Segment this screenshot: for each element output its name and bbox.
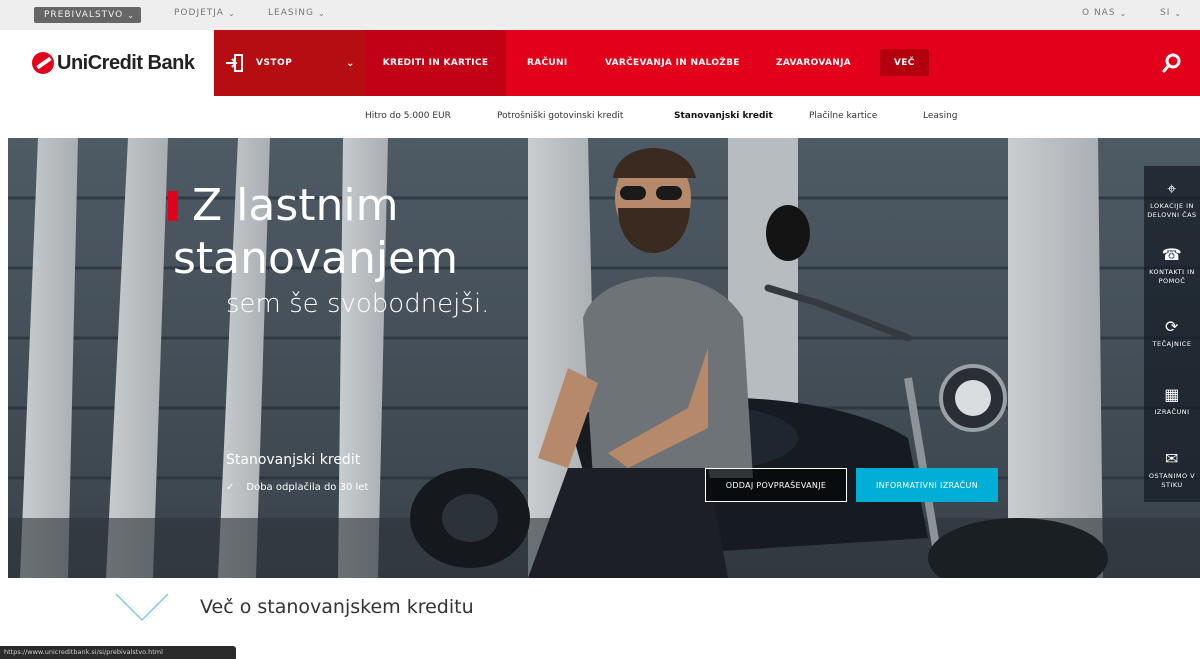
sidebar-newsletter-label-2: STIKU	[1161, 481, 1183, 489]
chevron-down-icon: ⌄	[227, 8, 236, 18]
about-dropdown[interactable]: O NAS ⌄	[1082, 8, 1127, 18]
sidebar-calculators-label: IZRAČUNI	[1154, 408, 1190, 416]
sidebar-locations-label-2: DELOVNI ČAS	[1147, 211, 1197, 219]
subnav-item-housing-loan[interactable]: Stanovanjski kredit	[674, 111, 773, 121]
segment-leasing-label: LEASING	[268, 8, 314, 18]
subnav-item-leasing[interactable]: Leasing	[923, 111, 958, 121]
unicredit-logo-icon	[32, 52, 54, 74]
segment-companies-dropdown[interactable]: PODJETJA ⌄	[174, 8, 236, 18]
brand-logo-text: UniCredit Bank	[57, 51, 195, 74]
browser-status-bar: https://www.unicreditbank.si/si/prebival…	[0, 646, 236, 659]
segment-private-label: PREBIVALSTVO	[44, 10, 124, 20]
search-button[interactable]	[1144, 30, 1200, 96]
contact-icon: ☎	[1161, 245, 1183, 264]
quick-access-sidebar: ⌖ LOKACIJE IN DELOVNI ČAS ☎ KONTAKTI IN …	[1144, 166, 1200, 502]
headline-line-3: sem še svobodnejši.	[226, 289, 490, 319]
hero-headline: Z lastnim stanovanjem sem še svobodnejši…	[168, 180, 489, 322]
mail-icon: ✉	[1165, 449, 1179, 468]
headline-accent-bar	[168, 191, 178, 221]
segment-leasing-dropdown[interactable]: LEASING ⌄	[268, 8, 326, 18]
chevron-down-icon: ⌄	[127, 10, 135, 20]
submit-inquiry-button[interactable]: ODDAJ POVPRAŠEVANJE	[705, 468, 847, 502]
exchange-rates-icon: ⟳	[1165, 317, 1179, 336]
informative-calculation-button[interactable]: INFORMATIVNI IZRAČUN	[856, 468, 998, 502]
chevron-down-icon: ⌄	[1119, 8, 1128, 18]
search-icon	[1162, 53, 1181, 73]
headline-line-1: Z lastnim	[192, 180, 399, 231]
login-icon	[226, 54, 243, 72]
language-dropdown[interactable]: SI ⌄	[1160, 8, 1182, 18]
nav-more-label: VEČ	[894, 57, 915, 68]
sidebar-exchange-label: TEČAJNICE	[1152, 340, 1192, 348]
sidebar-contacts-label-2: POMOČ	[1158, 277, 1186, 285]
sidebar-contacts-label-1: KONTAKTI IN	[1149, 268, 1195, 276]
subnav-item-payment-cards[interactable]: Plačilne kartice	[809, 111, 877, 121]
product-info: Stanovanjski kredit ✓ Doba odplačila do …	[226, 452, 368, 493]
more-about-label: Več o stanovanjskem kreditu	[200, 596, 474, 618]
sidebar-item-calculators[interactable]: ▦ IZRAČUNI	[1144, 386, 1200, 417]
nav-insurance[interactable]: ZAVAROVANJA	[776, 30, 851, 96]
top-utility-bar: PREBIVALSTVO ⌄ PODJETJA ⌄ LEASING ⌄ O NA…	[0, 0, 1200, 30]
segment-private-dropdown[interactable]: PREBIVALSTVO ⌄	[34, 7, 141, 23]
nav-insurance-label: ZAVAROVANJA	[776, 58, 852, 68]
chevron-down-icon	[115, 593, 169, 622]
sidebar-item-contacts[interactable]: ☎ KONTAKTI IN POMOČ	[1144, 246, 1200, 286]
subnav-item-consumer-loan[interactable]: Potrošniški gotovinski kredit	[497, 111, 623, 121]
nav-credits-cards-label: KREDITI IN KARTICE	[382, 58, 489, 68]
about-label: O NAS	[1082, 8, 1116, 18]
login-button[interactable]: VSTOP ⌄	[214, 30, 365, 96]
chevron-down-icon: ⌄	[1174, 8, 1183, 18]
nav-accounts-label: RAČUNI	[527, 58, 568, 68]
chevron-down-icon: ⌄	[317, 8, 326, 18]
product-feature-text: Doba odplačila do 30 let	[246, 482, 369, 493]
main-navigation: UniCredit Bank VSTOP ⌄ KREDITI IN KARTIC…	[0, 30, 1200, 96]
brand-logo-link[interactable]: UniCredit Bank	[0, 30, 214, 96]
nav-savings-investments[interactable]: VARČEVANJA IN NALOŽBE	[605, 30, 740, 96]
headline-line-2: stanovanjem	[173, 233, 458, 284]
nav-savings-label: VARČEVANJA IN NALOŽBE	[605, 58, 740, 68]
more-about-housing-loan-link[interactable]: Več o stanovanjskem kreditu	[114, 590, 474, 624]
sidebar-item-exchange-rates[interactable]: ⟳ TEČAJNICE	[1144, 318, 1200, 349]
product-feature: ✓ Doba odplačila do 30 let	[226, 482, 368, 493]
sidebar-item-newsletter[interactable]: ✉ OSTANIMO V STIKU	[1144, 450, 1200, 490]
hero-banner: Z lastnim stanovanjem sem še svobodnejši…	[8, 138, 1200, 578]
language-label: SI	[1160, 8, 1171, 18]
calculator-icon: ▦	[1164, 385, 1180, 404]
nav-accounts[interactable]: RAČUNI	[527, 30, 568, 96]
sidebar-item-locations[interactable]: ⌖ LOKACIJE IN DELOVNI ČAS	[1144, 180, 1200, 220]
product-title: Stanovanjski kredit	[226, 452, 361, 468]
sidebar-locations-label-1: LOKACIJE IN	[1150, 202, 1194, 210]
nav-credits-cards[interactable]: KREDITI IN KARTICE	[365, 30, 506, 96]
location-pin-icon: ⌖	[1167, 179, 1177, 198]
sidebar-newsletter-label-1: OSTANIMO V	[1148, 472, 1196, 480]
segment-companies-label: PODJETJA	[174, 8, 224, 18]
chevron-down-icon: ⌄	[346, 57, 355, 69]
nav-more-button[interactable]: VEČ	[880, 49, 929, 76]
login-label: VSTOP	[256, 58, 293, 68]
checkmark-icon: ✓	[226, 482, 235, 493]
sub-navigation: Hitro do 5.000 EUR Potrošniški gotovinsk…	[0, 96, 1200, 138]
subnav-item-quick-loan[interactable]: Hitro do 5.000 EUR	[365, 111, 451, 121]
